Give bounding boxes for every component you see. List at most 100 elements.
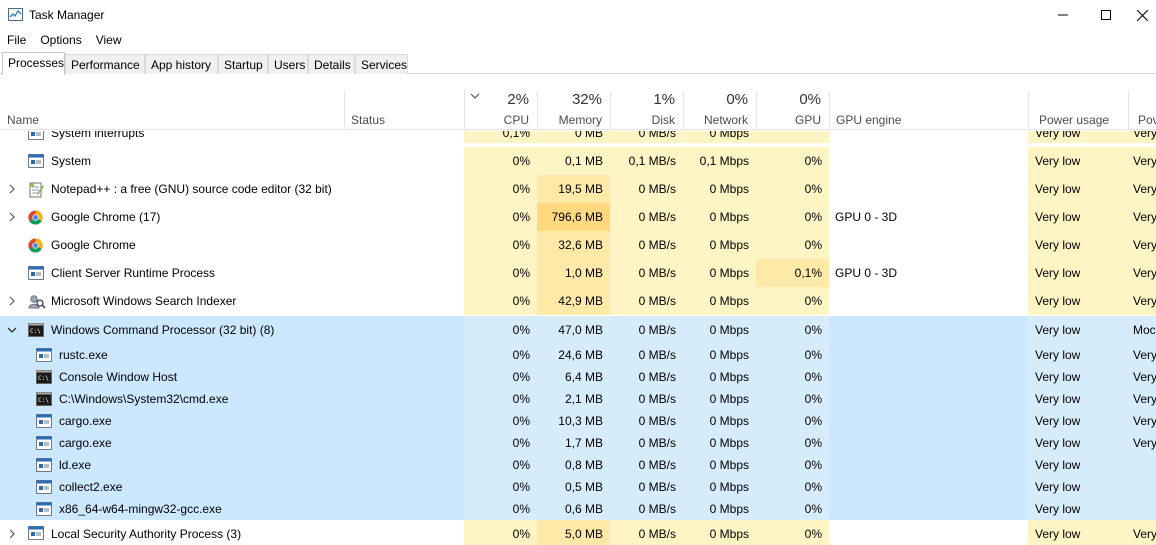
chrome-icon [28, 209, 44, 225]
chrome-icon [28, 237, 44, 253]
process-row[interactable]: C:\ C:\Windows\System32\cmd.exe 0% 2,1 MB 0 … [0, 388, 1156, 410]
process-name-cell: collect2.exe [0, 476, 464, 498]
process-row[interactable]: Google Chrome (17) 0% 796,6 MB 0 MB/s 0 Mbps… [0, 203, 1156, 231]
process-row[interactable]: Notepad++ : a free (GNU) source code edi… [0, 175, 1156, 203]
process-row[interactable]: C:\ Windows Command Processor (32 bit) (8… [0, 316, 1156, 344]
tab-services[interactable]: Services [355, 54, 408, 74]
header-gpu[interactable]: 0% GPU [756, 90, 829, 130]
gpu-engine-cell [829, 432, 1028, 454]
process-name-cell: x86_64-w64-mingw32-gcc.exe [0, 498, 464, 520]
console-icon: C:\ [36, 369, 52, 384]
header-gpu-engine[interactable]: GPU engine [829, 90, 1028, 130]
process-row[interactable]: Client Server Runtime Process 0% 1,0 MB 0 M… [0, 259, 1156, 287]
process-name-cell: C:\ Console Window Host [0, 366, 464, 388]
gpu-cell: 0% [756, 316, 829, 344]
network-cell: 0 Mbps [683, 203, 756, 231]
memory-cell: 796,6 MB [537, 203, 610, 231]
tab-startup[interactable]: Startup [218, 54, 268, 74]
header-name-label: Name [7, 113, 40, 127]
process-row[interactable]: System interrupts 0,1% 0 MB 0 MB/s 0 Mbps Ver… [0, 131, 1156, 143]
system-app-icon [36, 435, 52, 450]
tab-users[interactable]: Users [268, 54, 308, 74]
system-app-icon [28, 153, 44, 168]
power-usage-cell: Very low [1028, 316, 1128, 344]
process-row[interactable]: collect2.exe 0% 0,5 MB 0 MB/s 0 Mbps 0% Very l… [0, 476, 1156, 498]
minimize-button[interactable] [1040, 0, 1086, 30]
system-app-icon [36, 347, 52, 362]
header-power-trend-label: Pov [1138, 113, 1156, 127]
process-row[interactable]: Local Security Authority Process (3) 0% 5,… [0, 520, 1156, 545]
network-cell: 0 Mbps [683, 344, 756, 366]
process-list: System interrupts 0,1% 0 MB 0 MB/s 0 Mbps Ver… [0, 131, 1156, 545]
process-name: Windows Command Processor (32 bit) (8) [51, 323, 275, 337]
expand-chevron-right-icon[interactable] [7, 296, 17, 306]
process-name: cargo.exe [59, 436, 112, 450]
cpu-cell: 0% [464, 432, 537, 454]
cpu-cell: 0% [464, 388, 537, 410]
expand-chevron-right-icon[interactable] [7, 184, 17, 194]
power-usage-cell: Very low [1028, 388, 1128, 410]
maximize-button[interactable] [1083, 0, 1129, 30]
process-row[interactable]: System 0% 0,1 MB 0,1 MB/s 0,1 Mbps 0% Very low… [0, 147, 1156, 175]
process-name-cell: cargo.exe [0, 410, 464, 432]
menu-options[interactable]: Options [33, 30, 88, 50]
tab-app-history[interactable]: App history [145, 54, 218, 74]
power-usage-cell: Very low [1028, 287, 1128, 315]
memory-cell: 6,4 MB [537, 366, 610, 388]
menu-view[interactable]: View [89, 30, 129, 50]
header-network[interactable]: 0% Network [683, 90, 756, 130]
tab-processes[interactable]: Processes [2, 52, 65, 75]
gpu-cell: 0% [756, 231, 829, 259]
cpu-cell: 0% [464, 520, 537, 545]
gpu-cell: 0% [756, 520, 829, 545]
process-name: cargo.exe [59, 414, 112, 428]
gpu-cell: 0% [756, 147, 829, 175]
menu-file[interactable]: File [0, 30, 33, 50]
header-name[interactable]: Name [0, 90, 344, 130]
power-trend-cell: Very [1128, 175, 1156, 203]
console-icon: C:\ [28, 322, 44, 337]
sort-chevron-down-icon[interactable] [470, 93, 480, 100]
gpu-cell: 0,1% [756, 259, 829, 287]
header-status[interactable]: Status [344, 90, 464, 130]
maximize-icon [1101, 10, 1111, 20]
memory-cell: 0,5 MB [537, 476, 610, 498]
gpu-cell [756, 131, 829, 143]
memory-cell: 1,7 MB [537, 432, 610, 454]
memory-cell: 1,0 MB [537, 259, 610, 287]
header-power-trend[interactable]: Pov [1128, 90, 1156, 130]
tab-performance[interactable]: Performance [65, 54, 145, 74]
header-network-percent: 0% [726, 91, 748, 108]
process-row[interactable]: cargo.exe 0% 1,7 MB 0 MB/s 0 Mbps 0% Very low V… [0, 432, 1156, 454]
expand-chevron-down-icon[interactable] [7, 325, 17, 335]
power-trend-cell [1128, 454, 1156, 476]
header-disk[interactable]: 1% Disk [610, 90, 683, 130]
system-app-icon [36, 413, 52, 428]
power-trend-cell: Very [1128, 432, 1156, 454]
disk-cell: 0 MB/s [610, 287, 683, 315]
process-row[interactable]: x86_64-w64-mingw32-gcc.exe 0% 0,6 MB 0 MB/s… [0, 498, 1156, 520]
header-power-usage[interactable]: Power usage [1028, 90, 1128, 130]
header-memory[interactable]: 32% Memory [537, 90, 610, 130]
tab-details[interactable]: Details [308, 54, 355, 74]
cpu-cell: 0% [464, 231, 537, 259]
close-button[interactable] [1128, 0, 1156, 30]
process-name-cell: ld.exe [0, 454, 464, 476]
header-network-label: Network [703, 113, 748, 127]
process-row[interactable]: Google Chrome 0% 32,6 MB 0 MB/s 0 Mbps 0% Very… [0, 231, 1156, 259]
process-row[interactable]: rustc.exe 0% 24,6 MB 0 MB/s 0 Mbps 0% Very low… [0, 344, 1156, 366]
process-name: System interrupts [51, 131, 145, 140]
svg-text:C:\: C:\ [38, 397, 49, 404]
process-row[interactable]: cargo.exe 0% 10,3 MB 0 MB/s 0 Mbps 0% Very low… [0, 410, 1156, 432]
gpu-cell: 0% [756, 498, 829, 520]
cpu-cell: 0% [464, 498, 537, 520]
process-row[interactable]: C:\ Console Window Host 0% 6,4 MB 0 MB/s 0 Mb… [0, 366, 1156, 388]
title-bar: Task Manager [0, 0, 1156, 30]
process-row[interactable]: ld.exe 0% 0,8 MB 0 MB/s 0 Mbps 0% Very low [0, 454, 1156, 476]
power-usage-cell: Very low [1028, 203, 1128, 231]
disk-cell: 0 MB/s [610, 131, 683, 143]
power-trend-cell: Very [1128, 344, 1156, 366]
expand-chevron-right-icon[interactable] [7, 212, 17, 222]
expand-chevron-right-icon[interactable] [7, 529, 17, 539]
process-row[interactable]: Microsoft Windows Search Indexer 0% 42,9 M… [0, 287, 1156, 315]
